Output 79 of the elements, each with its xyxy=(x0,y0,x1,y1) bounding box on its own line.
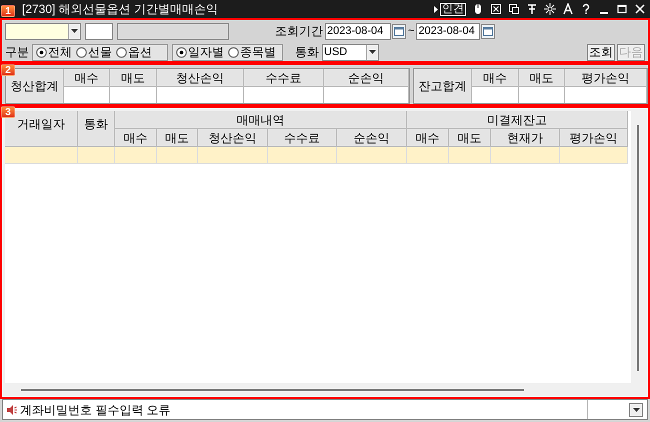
table-cell xyxy=(472,87,518,103)
table-cell xyxy=(491,147,560,164)
windows-icon[interactable] xyxy=(508,3,520,15)
vertical-scrollbar[interactable] xyxy=(637,125,639,371)
table-cell xyxy=(407,147,449,164)
account-name-field[interactable] xyxy=(117,22,229,40)
query-button[interactable]: 조회 xyxy=(587,44,615,60)
radio-option[interactable]: 전체 xyxy=(36,43,72,61)
status-message: 계좌비밀번호 필수입력 오류 xyxy=(20,402,172,418)
font-icon[interactable] xyxy=(562,3,574,15)
mouse-icon[interactable] xyxy=(472,3,484,15)
table-cell xyxy=(110,87,156,103)
column-header: 수수료 xyxy=(268,129,337,147)
column-header: 매도 xyxy=(449,129,491,147)
balance-label: 잔고합계 xyxy=(414,69,472,103)
section-badge: 2 xyxy=(1,64,15,76)
table-cell xyxy=(337,147,407,164)
column-header: 매수 xyxy=(64,69,109,87)
caret-down-icon xyxy=(632,408,640,412)
date-separator: ~ xyxy=(408,24,414,39)
help-icon[interactable] xyxy=(580,3,592,15)
column-header: 순손익 xyxy=(337,129,407,147)
column-header: 매도 xyxy=(110,69,156,87)
currency-select[interactable]: USD xyxy=(322,44,379,60)
table-cell xyxy=(157,147,198,164)
column-header: 현재가 xyxy=(491,129,560,147)
account-field[interactable] xyxy=(5,22,81,40)
table-cell xyxy=(64,87,109,103)
speaker-icon xyxy=(7,404,17,414)
caret-down-icon xyxy=(369,50,376,54)
column-header: 순손익 xyxy=(324,69,408,87)
dropdown-button[interactable] xyxy=(629,402,643,416)
radio-option[interactable]: 종목별 xyxy=(228,43,276,61)
group-header: 미결제잔고 xyxy=(407,111,628,129)
calendar-icon xyxy=(483,26,494,36)
column-header: 수수료 xyxy=(244,69,323,87)
calendar-icon xyxy=(394,26,404,36)
table-cell xyxy=(78,147,115,164)
caret-icon xyxy=(434,6,438,12)
start-date-field[interactable]: 2023-08-04 xyxy=(325,22,391,40)
window-title: [2730] 해외선물옵션 기간별매매손익 xyxy=(22,1,218,18)
group-header: 매매내역 xyxy=(115,111,407,129)
table-cell xyxy=(268,147,337,164)
column-header: 매수 xyxy=(472,69,518,87)
calendar-button[interactable] xyxy=(481,24,496,38)
column-header: 평가손익 xyxy=(560,129,628,147)
gear-icon[interactable] xyxy=(544,3,556,15)
currency-label: 통화 xyxy=(295,44,319,61)
link-button[interactable]: 인견 xyxy=(440,2,466,16)
column-header: 청산손익 xyxy=(198,129,268,147)
table-cell xyxy=(519,87,564,103)
caret-down-icon xyxy=(71,29,78,33)
table-cell xyxy=(115,147,157,164)
column-header: 매수 xyxy=(115,129,157,147)
column-header: 매수 xyxy=(407,129,449,147)
close-icon[interactable] xyxy=(634,3,646,15)
radio-option[interactable]: 일자별 xyxy=(176,43,224,61)
table-cell xyxy=(198,147,268,164)
period-label: 조회기간 xyxy=(275,23,323,40)
column-header: 매도 xyxy=(519,69,564,87)
password-field[interactable] xyxy=(85,22,113,40)
column-header: 청산손익 xyxy=(157,69,243,87)
maximize-icon[interactable] xyxy=(616,3,628,15)
table-cell xyxy=(560,147,628,164)
radio-option[interactable]: 선물 xyxy=(76,43,112,61)
category-label: 구분 xyxy=(5,44,29,61)
table-cell xyxy=(449,147,491,164)
dropdown-button[interactable] xyxy=(366,44,378,60)
column-header: 통화 xyxy=(78,111,115,147)
dropdown-button[interactable] xyxy=(68,24,80,38)
section-badge: 3 xyxy=(1,106,15,118)
column-header: 평가손익 xyxy=(565,69,646,87)
column-header: 매도 xyxy=(157,129,198,147)
horizontal-scrollbar[interactable] xyxy=(21,389,524,391)
section-badge: 1 xyxy=(1,5,15,17)
close-box-icon[interactable] xyxy=(490,3,502,15)
radio-option[interactable]: 옵션 xyxy=(116,43,152,61)
calendar-button[interactable] xyxy=(392,24,406,38)
end-date-field[interactable]: 2023-08-04 xyxy=(416,22,480,40)
